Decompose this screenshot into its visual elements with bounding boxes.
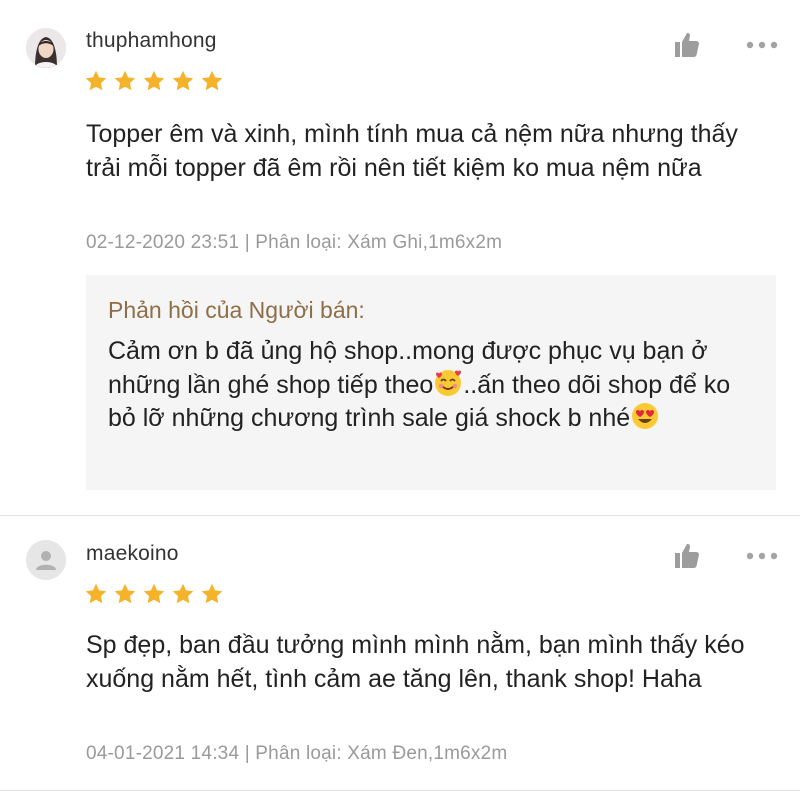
review-text: Topper êm và xinh, mình tính mua cả nệm … xyxy=(86,120,738,182)
star-icon xyxy=(200,69,224,93)
thumbs-up-icon xyxy=(672,541,702,571)
like-button[interactable] xyxy=(672,30,702,60)
review-text: Sp đẹp, ban đầu tưởng mình mình nằm, bạn… xyxy=(86,631,745,693)
star-icon xyxy=(113,69,137,93)
star-icon xyxy=(171,582,195,606)
star-icon xyxy=(142,69,166,93)
seller-reply-title: Phản hồi của Người bán: xyxy=(108,297,365,323)
rating-stars xyxy=(84,69,224,93)
smiling-face-with-hearts-icon xyxy=(435,369,462,396)
review-actions xyxy=(672,541,778,571)
avatar[interactable] xyxy=(26,540,66,580)
user-photo-icon xyxy=(26,28,66,68)
more-dots-icon xyxy=(746,41,778,49)
avatar[interactable] xyxy=(26,28,66,68)
user-icon xyxy=(26,540,66,580)
review-meta: 04-01-2021 14:34 | Phân loại: Xám Đen,1m… xyxy=(86,743,508,764)
more-options-button[interactable] xyxy=(746,41,778,49)
review-actions xyxy=(672,30,778,60)
heart-eyes-face-icon xyxy=(632,403,659,429)
divider xyxy=(0,790,800,791)
username[interactable]: maekoino xyxy=(86,542,179,566)
seller-reply-text: Cảm ơn b đã ủng hộ shop..mong được phục … xyxy=(108,335,754,435)
review-meta: 02-12-2020 23:51 | Phân loại: Xám Ghi,1m… xyxy=(86,232,503,253)
seller-reply: Phản hồi của Người bán: Cảm ơn b đã ủng … xyxy=(86,275,776,490)
star-icon xyxy=(113,582,137,606)
star-icon xyxy=(84,69,108,93)
star-icon xyxy=(142,582,166,606)
rating-stars xyxy=(84,582,224,606)
like-button[interactable] xyxy=(672,541,702,571)
star-icon xyxy=(84,582,108,606)
thumbs-up-icon xyxy=(672,30,702,60)
star-icon xyxy=(171,69,195,93)
more-dots-icon xyxy=(746,552,778,560)
divider xyxy=(0,515,800,516)
more-options-button[interactable] xyxy=(746,552,778,560)
star-icon xyxy=(200,582,224,606)
username[interactable]: thuphamhong xyxy=(86,29,217,53)
